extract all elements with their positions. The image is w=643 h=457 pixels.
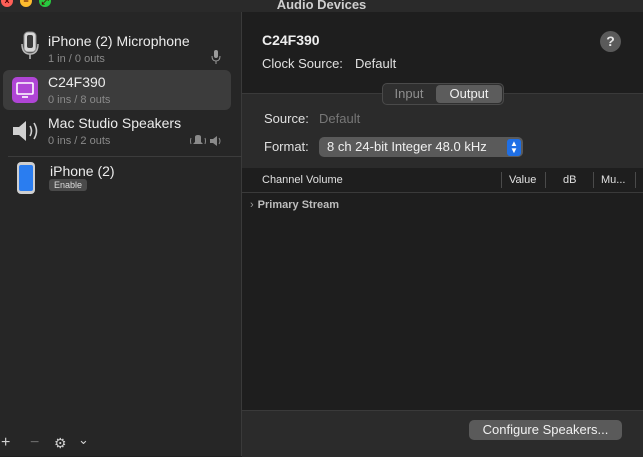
io-settings-panel	[242, 93, 643, 174]
format-value: 8 ch 24-bit Integer 48.0 kHz	[327, 139, 487, 154]
help-button[interactable]: ?	[600, 31, 621, 52]
format-label: Format:	[264, 139, 309, 154]
iphone-microphone-icon	[18, 30, 42, 60]
device-detail-pane: C24F390 Clock Source: Default ? Input Ou…	[242, 12, 643, 457]
device-title: C24F390	[262, 32, 320, 48]
device-name: Mac Studio Speakers	[48, 115, 182, 131]
microphone-status-icon	[211, 50, 221, 64]
configure-speakers-button[interactable]: Configure Speakers...	[469, 420, 622, 440]
input-output-segmented-control: Input Output	[382, 83, 504, 105]
column-divider[interactable]	[501, 172, 502, 188]
column-divider[interactable]	[593, 172, 594, 188]
column-divider[interactable]	[545, 172, 546, 188]
device-row-iphone[interactable]: iPhone (2)	[0, 158, 241, 198]
device-name: C24F390	[48, 74, 106, 90]
stream-label: Primary Stream	[257, 199, 339, 211]
device-io-summary: 0 ins / 2 outs	[48, 135, 111, 147]
clock-source-label: Clock Source:	[262, 56, 343, 71]
channel-table-header: Channel Volume Value dB Mu...	[242, 168, 643, 193]
column-divider[interactable]	[635, 172, 636, 188]
device-name: iPhone (2) Microphone	[48, 33, 190, 49]
tab-output[interactable]: Output	[436, 85, 502, 103]
clock-source-value[interactable]: Default	[355, 56, 396, 71]
window-title: Audio Devices	[276, 0, 367, 12]
tab-input[interactable]: Input	[383, 84, 435, 104]
device-io-summary: 0 ins / 8 outs	[48, 94, 111, 106]
device-io-summary: 1 in / 0 outs	[48, 53, 105, 65]
source-value: Default	[319, 111, 361, 126]
device-sidebar: iPhone (2) Microphone 1 in / 0 outs C24F…	[0, 12, 253, 456]
column-db[interactable]: dB	[563, 174, 576, 186]
device-row-c24f390[interactable]: C24F390 0 ins / 8 outs	[0, 70, 241, 110]
remove-device-button[interactable]: −	[30, 434, 39, 452]
device-row-iphone-microphone[interactable]: iPhone (2) Microphone 1 in / 0 outs	[0, 28, 241, 68]
gear-icon[interactable]: ⚙	[54, 435, 67, 452]
format-select[interactable]: 8 ch 24-bit Integer 48.0 kHz ▲ ▼	[319, 137, 523, 157]
title-bar: × − ⤢ Audio Devices	[0, 0, 643, 12]
device-row-mac-studio-speakers[interactable]: Mac Studio Speakers 0 ins / 2 outs	[0, 112, 241, 154]
enable-device-button[interactable]: Enable	[49, 179, 88, 191]
column-value[interactable]: Value	[509, 174, 536, 186]
column-channel-volume[interactable]: Channel Volume	[262, 174, 343, 186]
add-device-button[interactable]: +	[1, 434, 10, 452]
device-name: iPhone (2)	[50, 163, 115, 179]
speaker-icon	[10, 118, 42, 144]
bottom-bar: Configure Speakers...	[242, 410, 643, 457]
display-icon	[12, 77, 38, 103]
source-label: Source:	[264, 111, 309, 126]
disclosure-chevron-icon[interactable]: ›	[250, 199, 254, 211]
sidebar-footer: + − ⚙ ⌄	[0, 432, 241, 456]
chevron-down-icon[interactable]: ⌄	[78, 432, 89, 448]
alert-sound-icon	[190, 135, 206, 147]
output-volume-icon	[209, 135, 223, 147]
up-down-chevron-icon: ▲ ▼	[507, 139, 521, 156]
iphone-icon	[15, 161, 37, 195]
column-mute[interactable]: Mu...	[601, 174, 625, 186]
primary-stream-row[interactable]: › Primary Stream	[250, 199, 339, 211]
sidebar-divider	[8, 156, 253, 157]
